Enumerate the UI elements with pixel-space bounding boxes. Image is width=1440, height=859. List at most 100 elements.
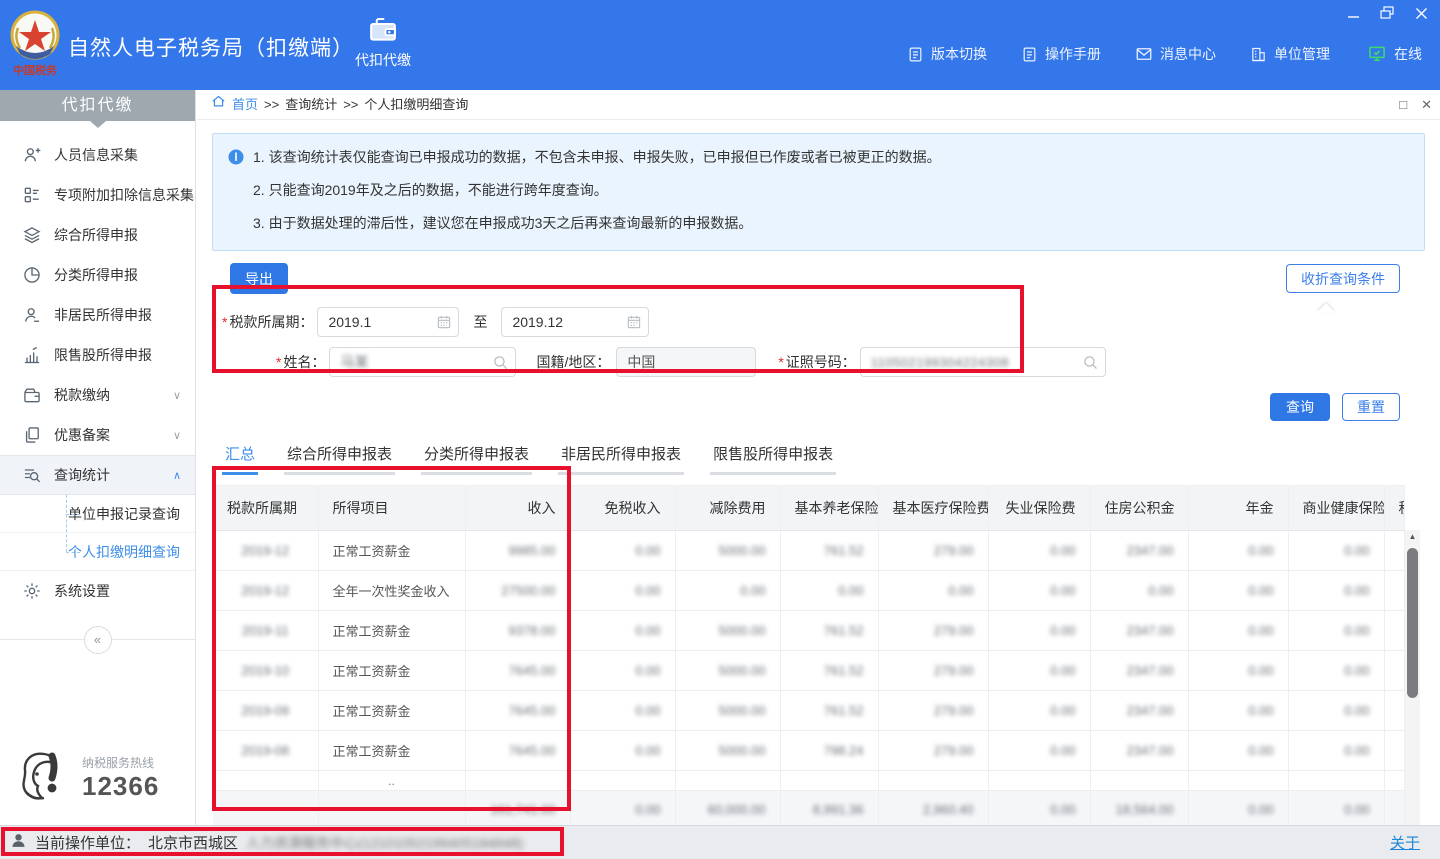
about-link[interactable]: 关于 — [1390, 832, 1420, 853]
calendar-icon[interactable] — [436, 314, 452, 333]
column-header: 年金 — [1188, 486, 1288, 531]
sidebar-item[interactable]: 非居民所得申报 — [0, 295, 195, 335]
column-header: 基本医疗保险费 — [878, 486, 988, 531]
tab[interactable]: 限售股所得申报表 — [710, 437, 836, 475]
cell: 761.52 — [780, 651, 878, 691]
scroll-up-arrow[interactable]: ▲ — [1405, 530, 1420, 544]
sidebar-subitem[interactable]: 单位申报记录查询 — [0, 495, 195, 533]
sidebar-item[interactable]: 限售股所得申报 — [0, 335, 195, 375]
cell: 279.00 — [878, 731, 988, 771]
calendar-icon[interactable] — [626, 314, 642, 333]
cell: .. — [318, 771, 465, 791]
header-links: 版本切换 操作手册 消息中心 单位管理 — [907, 44, 1330, 64]
sidebar-item[interactable]: 税款缴纳∨ — [0, 375, 195, 415]
sidebar-subitem-label: 单位申报记录查询 — [68, 506, 180, 522]
cell: 60,000.00 — [675, 791, 780, 829]
period-to-input[interactable]: 2019.12 — [501, 307, 649, 337]
sidebar-item-label: 限售股所得申报 — [54, 345, 181, 365]
cell: 0.00 — [1188, 571, 1288, 611]
cell: 2019-11 — [213, 611, 318, 651]
cell: 0.00 — [570, 691, 675, 731]
cell: 正常工资薪金 — [318, 731, 465, 771]
cell — [1090, 771, 1188, 791]
table-row[interactable]: 2019-12全年一次性奖金收入27500.000.000.000.000.00… — [213, 571, 1404, 611]
search-icon[interactable] — [1082, 354, 1099, 374]
pane-close-button[interactable]: ✕ — [1421, 90, 1432, 120]
cell: 761.52 — [780, 691, 878, 731]
sidebar-subitem[interactable]: 个人扣缴明细查询 — [0, 533, 195, 571]
notice-panel: 1. 该查询统计表仅能查询已申报成功的数据，不包含未申报、申报失败，已申报但已作… — [212, 133, 1425, 251]
name-input[interactable]: 马某 — [329, 347, 516, 377]
wallet-icon — [22, 385, 42, 405]
header-link-label: 单位管理 — [1274, 44, 1330, 64]
header-link[interactable]: 单位管理 — [1250, 44, 1330, 64]
restore-button[interactable] — [1378, 4, 1396, 22]
close-button[interactable] — [1412, 4, 1430, 22]
pane-maximize-button[interactable]: □ — [1399, 90, 1407, 120]
nationality-label: 国籍/地区： — [536, 352, 610, 372]
form-actions: 查询 重置 — [212, 393, 1425, 423]
reset-button[interactable]: 重置 — [1342, 393, 1400, 421]
doc-icon — [1021, 46, 1038, 63]
partial-row: .. — [213, 771, 1404, 791]
breadcrumb-home[interactable]: 首页 — [232, 90, 258, 120]
sidebar-item[interactable]: 系统设置 — [0, 571, 195, 611]
id-number-input[interactable]: 110502199304224308 — [860, 347, 1106, 377]
vertical-scrollbar[interactable]: ▲ ▼ — [1405, 530, 1420, 859]
notice-text: 1. 该查询统计表仅能查询已申报成功的数据，不包含未申报、申报失败，已申报但已作… — [253, 146, 941, 172]
name-value-blurred: 马某 — [340, 352, 368, 372]
header-link[interactable]: 消息中心 — [1135, 44, 1216, 64]
cell: 761.52 — [780, 531, 878, 571]
cell: 761.52 — [780, 611, 878, 651]
cell: 2019-12 — [213, 571, 318, 611]
search-button[interactable]: 查询 — [1270, 393, 1330, 421]
cell — [1384, 791, 1404, 829]
cell: 279.00 — [878, 691, 988, 731]
sidebar-item[interactable]: 查询统计∧ — [0, 455, 195, 495]
cell — [1384, 571, 1404, 611]
cell: 0.00 — [570, 571, 675, 611]
cell — [1384, 731, 1404, 771]
sidebar-item[interactable]: 优惠备案∨ — [0, 415, 195, 455]
collapse-conditions-button[interactable]: 收折查询条件 — [1286, 264, 1400, 293]
table-row[interactable]: 2019-10正常工资薪金7645.000.005000.00761.52279… — [213, 651, 1404, 691]
cell: 2019-09 — [213, 691, 318, 731]
sidebar-collapse-button[interactable]: « — [84, 626, 112, 654]
table-row[interactable]: 2019-08正常工资薪金7645.000.005000.00798.24279… — [213, 731, 1404, 771]
sidebar-item[interactable]: 人员信息采集 — [0, 135, 195, 175]
period-from-input[interactable]: 2019.1 — [317, 307, 459, 337]
result-table: 税款所属期所得项目收入免税收入减除费用基本养老保险费基本医疗保险费失业保险费住房… — [213, 485, 1405, 829]
cell: 0.00 — [1288, 571, 1384, 611]
cell: 0.00 — [988, 691, 1090, 731]
tab[interactable]: 分类所得申报表 — [421, 437, 532, 475]
notice-line: 2. 只能查询2019年及之后的数据，不能进行跨年度查询。 — [227, 179, 1408, 205]
table-row[interactable]: 2019-12正常工资薪金9985.000.005000.00761.52279… — [213, 531, 1404, 571]
app-window: 中国税务 自然人电子税务局（扣缴端） 代扣代缴 版本切换操作手册消息中心单位管理 — [0, 0, 1440, 859]
tab[interactable]: 汇总 — [222, 437, 258, 475]
cell: 7645.00 — [465, 731, 570, 771]
cell — [1384, 651, 1404, 691]
cell — [1384, 531, 1404, 571]
sidebar-item[interactable]: 分类所得申报 — [0, 255, 195, 295]
window-controls — [1344, 4, 1430, 22]
cell — [675, 771, 780, 791]
header-link[interactable]: 操作手册 — [1021, 44, 1101, 64]
sidebar-item[interactable]: 综合所得申报 — [0, 215, 195, 255]
table-row[interactable]: 2019-09正常工资薪金7645.000.005000.00761.52279… — [213, 691, 1404, 731]
cell: 0.00 — [570, 531, 675, 571]
sidebar-subitem-label: 个人扣缴明细查询 — [68, 544, 180, 560]
table-row[interactable]: 2019-11正常工资薪金9378.000.005000.00761.52279… — [213, 611, 1404, 651]
cell: 0.00 — [1288, 651, 1384, 691]
header-link[interactable]: 版本切换 — [907, 44, 987, 64]
tab[interactable]: 综合所得申报表 — [284, 437, 395, 475]
search-icon[interactable] — [492, 354, 509, 374]
tab[interactable]: 非居民所得申报表 — [558, 437, 684, 475]
column-header: 减除费用 — [675, 486, 780, 531]
vertical-scroll-thumb[interactable] — [1407, 548, 1418, 698]
tab-daikou-daijiao[interactable]: 代扣代缴 — [348, 14, 418, 70]
sidebar-item-label: 优惠备案 — [54, 425, 173, 445]
sidebar-item[interactable]: 专项附加扣除信息采集 — [0, 175, 195, 215]
cell: 2019-10 — [213, 651, 318, 691]
minimize-button[interactable] — [1344, 4, 1362, 22]
export-button[interactable]: 导出 — [230, 263, 288, 294]
